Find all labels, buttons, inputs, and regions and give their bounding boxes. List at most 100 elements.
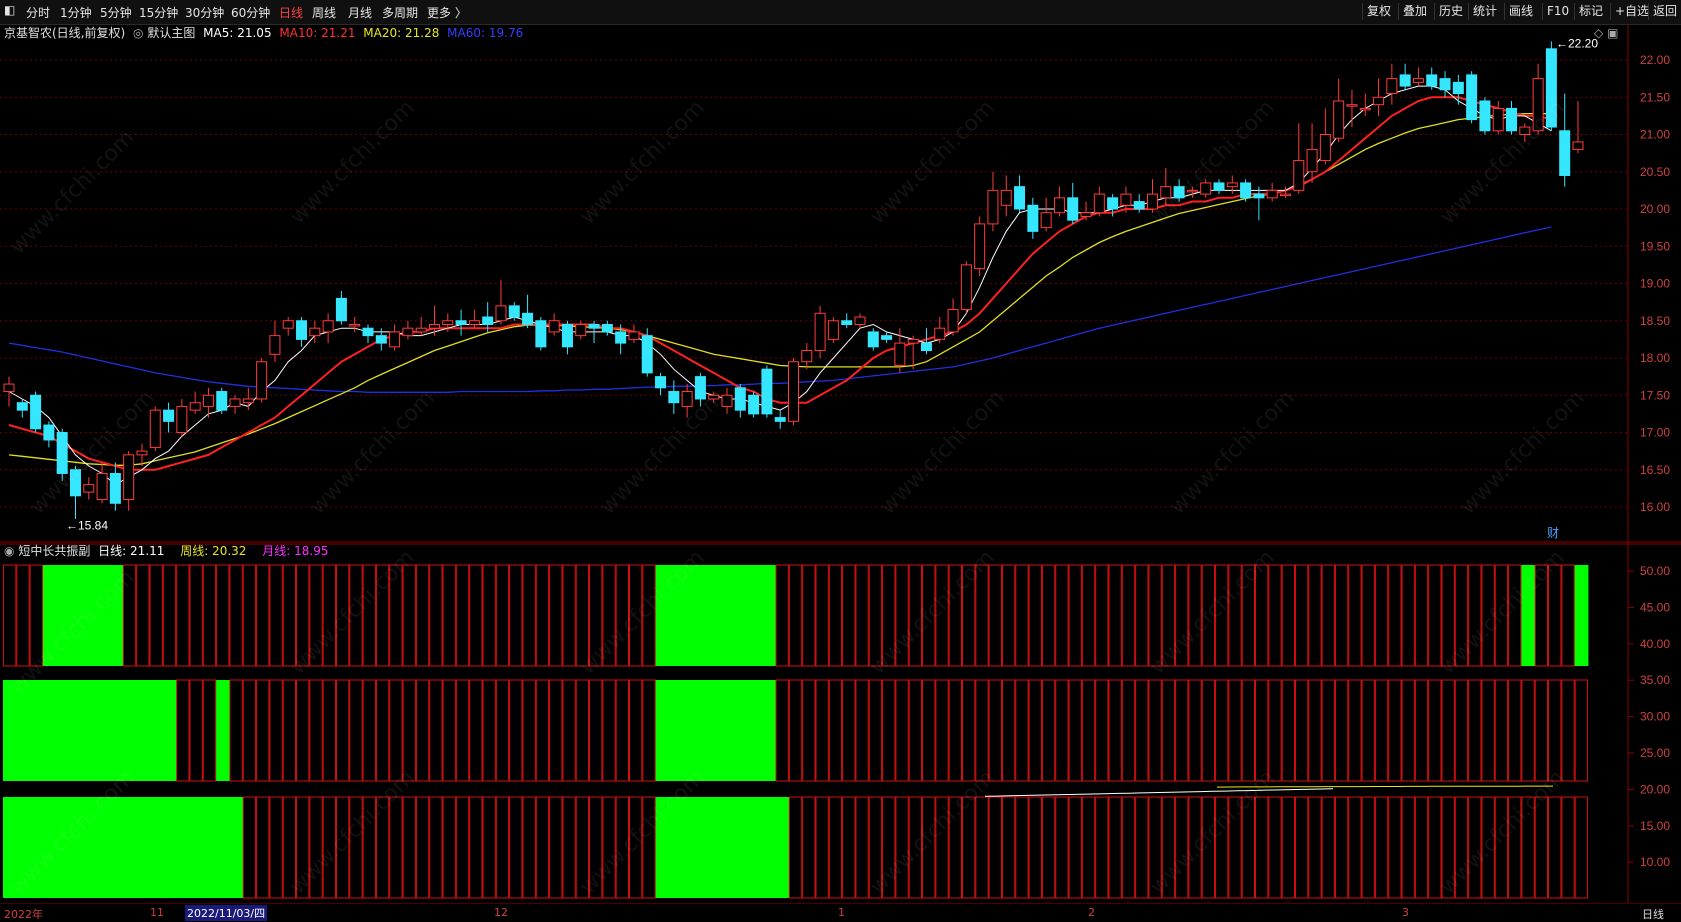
candle-body-117[interactable] xyxy=(1559,130,1571,176)
candle-body-58[interactable] xyxy=(774,417,786,422)
period-4[interactable]: 30分钟 xyxy=(185,4,224,21)
candle-body-51[interactable] xyxy=(681,391,693,407)
candle-body-116[interactable] xyxy=(1545,48,1557,128)
candle-body-109[interactable] xyxy=(1452,81,1464,95)
candle-body-14[interactable] xyxy=(189,402,201,411)
candle-body-36[interactable] xyxy=(482,316,494,325)
candle-body-26[interactable] xyxy=(349,323,361,327)
candle-body-101[interactable] xyxy=(1346,104,1358,107)
candle-body-81[interactable] xyxy=(1080,212,1092,217)
kline-chart[interactable]: 22.00 21.50 21.00 20.50 20.00 19.50 19.00 18.50… xyxy=(0,24,1681,904)
candle-body-60[interactable] xyxy=(801,350,813,363)
candle-body-107[interactable] xyxy=(1426,74,1438,87)
candle-body-112[interactable] xyxy=(1492,107,1504,132)
toolbar-button-4[interactable]: 画线 xyxy=(1504,3,1537,20)
candle-body-118[interactable] xyxy=(1572,141,1584,150)
candle-body-98[interactable] xyxy=(1306,148,1318,173)
candle-body-83[interactable] xyxy=(1107,197,1119,210)
candle-body-39[interactable] xyxy=(522,312,534,325)
candle-body-34[interactable] xyxy=(455,320,467,325)
candle-body-115[interactable] xyxy=(1532,78,1544,132)
candle-body-4[interactable] xyxy=(56,432,68,474)
candle-body-49[interactable] xyxy=(655,376,667,389)
period-2[interactable]: 5分钟 xyxy=(100,4,132,21)
candle-body-73[interactable] xyxy=(974,223,986,270)
candle-body-91[interactable] xyxy=(1213,182,1225,191)
candle-body-20[interactable] xyxy=(269,335,281,355)
candle-body-54[interactable] xyxy=(721,394,733,407)
period-6[interactable]: 日线 xyxy=(279,4,303,21)
candle-body-57[interactable] xyxy=(761,368,773,415)
candle-body-42[interactable] xyxy=(561,323,573,348)
period-1[interactable]: 1分钟 xyxy=(60,4,92,21)
candle-body-71[interactable] xyxy=(947,309,959,333)
diamond-icon[interactable]: ◇ xyxy=(1594,26,1603,40)
candle-body-45[interactable] xyxy=(601,323,613,333)
candle-body-72[interactable] xyxy=(960,264,972,311)
candle-body-27[interactable] xyxy=(362,327,374,337)
candle-body-61[interactable] xyxy=(814,312,826,352)
period-9[interactable]: 多周期 xyxy=(382,4,418,21)
candle-body-44[interactable] xyxy=(588,323,600,329)
candle-body-21[interactable] xyxy=(282,320,294,329)
candle-body-28[interactable] xyxy=(375,335,387,344)
candle-body-113[interactable] xyxy=(1506,107,1518,132)
candle-body-35[interactable] xyxy=(468,320,480,325)
toolbar-button-2[interactable]: 历史 xyxy=(1434,3,1467,20)
sub-indicator-name[interactable]: 短中长共振副 xyxy=(18,544,90,558)
candle-body-76[interactable] xyxy=(1014,186,1026,210)
candle-body-93[interactable] xyxy=(1240,182,1252,199)
period-3[interactable]: 15分钟 xyxy=(139,4,178,21)
candle-body-23[interactable] xyxy=(309,327,321,337)
candle-body-102[interactable] xyxy=(1359,107,1371,111)
candle-body-3[interactable] xyxy=(43,424,55,441)
template-icon[interactable]: ◎ xyxy=(133,26,143,40)
sub-chart-icon[interactable]: ◉ xyxy=(4,544,14,558)
candle-body-100[interactable] xyxy=(1333,100,1345,139)
candle-body-29[interactable] xyxy=(389,331,401,348)
candle-body-65[interactable] xyxy=(867,331,879,348)
toolbar-button-6[interactable]: 标记 xyxy=(1574,3,1607,20)
candle-body-56[interactable] xyxy=(748,394,760,415)
candle-body-6[interactable] xyxy=(83,484,95,493)
candle-body-104[interactable] xyxy=(1386,78,1398,95)
candle-body-32[interactable] xyxy=(428,323,440,329)
candle-body-46[interactable] xyxy=(615,331,627,344)
candle-body-95[interactable] xyxy=(1266,189,1278,199)
candle-body-55[interactable] xyxy=(734,387,746,411)
candle-body-111[interactable] xyxy=(1479,100,1491,132)
candle-body-2[interactable] xyxy=(30,394,42,430)
candle-body-12[interactable] xyxy=(163,409,175,422)
candle-body-97[interactable] xyxy=(1293,160,1305,191)
candle-body-63[interactable] xyxy=(841,320,853,325)
period-indicator[interactable]: 日线 xyxy=(1642,906,1664,922)
candle-body-33[interactable] xyxy=(442,320,454,325)
candle-body-88[interactable] xyxy=(1173,186,1185,199)
candle-body-31[interactable] xyxy=(415,327,427,333)
candle-body-96[interactable] xyxy=(1279,193,1291,197)
candle-body-90[interactable] xyxy=(1200,182,1212,195)
candle-body-66[interactable] xyxy=(881,335,893,340)
toolbar-button-0[interactable]: 复权 xyxy=(1362,3,1395,20)
candle-body-43[interactable] xyxy=(575,323,587,337)
candle-body-70[interactable] xyxy=(934,327,946,340)
candle-body-19[interactable] xyxy=(256,361,268,400)
period-5[interactable]: 60分钟 xyxy=(231,4,270,21)
candle-body-103[interactable] xyxy=(1373,96,1385,106)
candle-body-18[interactable] xyxy=(242,398,254,404)
candle-body-24[interactable] xyxy=(322,320,334,333)
panel-controls[interactable]: ◇ ▣ xyxy=(1594,26,1618,40)
candle-body-82[interactable] xyxy=(1093,193,1105,214)
candle-body-15[interactable] xyxy=(202,394,214,407)
candle-body-108[interactable] xyxy=(1439,78,1451,91)
candle-body-41[interactable] xyxy=(548,320,560,333)
candle-body-53[interactable] xyxy=(708,394,720,400)
window-icon[interactable]: ▣ xyxy=(1607,26,1618,40)
template-label[interactable]: 默认主图 xyxy=(147,26,195,40)
candle-body-105[interactable] xyxy=(1399,74,1411,87)
candle-body-64[interactable] xyxy=(854,316,866,325)
candle-body-114[interactable] xyxy=(1519,126,1531,136)
candle-body-25[interactable] xyxy=(335,297,347,322)
candle-body-94[interactable] xyxy=(1253,193,1265,199)
candle-body-16[interactable] xyxy=(216,391,228,411)
